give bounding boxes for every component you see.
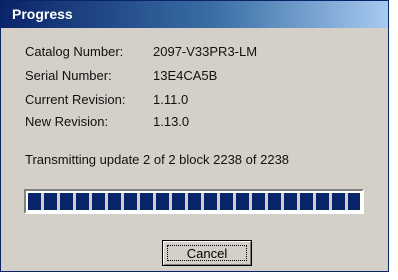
serial-number-label: Serial Number: <box>25 68 112 83</box>
transfer-status-text: Transmitting update 2 of 2 block 2238 of… <box>25 152 290 167</box>
catalog-number-value: 2097-V33PR3-LM <box>153 44 258 59</box>
progress-dialog: Progress Catalog Number: 2097-V33PR3-LM … <box>0 0 389 272</box>
progress-bar <box>24 189 364 214</box>
new-revision-value: 1.13.0 <box>153 114 190 129</box>
cancel-button-label: Cancel <box>167 245 247 261</box>
current-revision-value: 1.11.0 <box>153 92 189 107</box>
current-revision-label: Current Revision: <box>25 92 126 107</box>
title-bar[interactable]: Progress <box>1 1 388 28</box>
progress-bar-fill <box>28 193 360 210</box>
serial-number-value: 13E4CA5B <box>153 68 218 83</box>
cancel-button[interactable]: Cancel <box>162 240 252 266</box>
dialog-body: Catalog Number: 2097-V33PR3-LM Serial Nu… <box>1 28 388 271</box>
new-revision-label: New Revision: <box>25 114 109 129</box>
dialog-title: Progress <box>12 6 73 22</box>
catalog-number-label: Catalog Number: <box>25 44 124 59</box>
